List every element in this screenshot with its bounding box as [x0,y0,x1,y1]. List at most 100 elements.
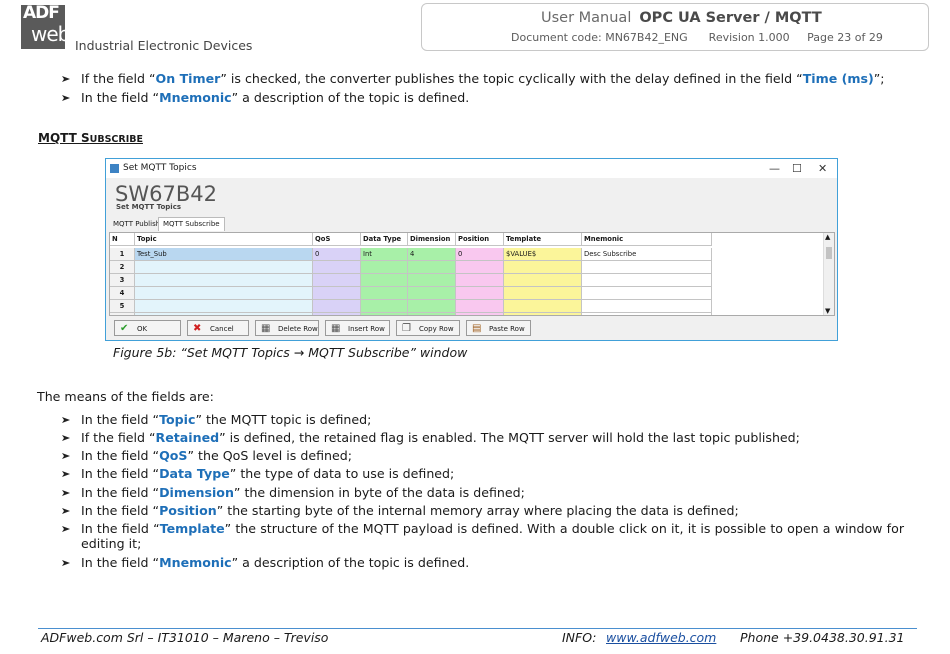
bullet-post: ” the structure of the MQTT payload is d… [224,521,904,536]
grid-cell[interactable] [408,287,456,300]
grid-cell[interactable] [504,287,582,300]
bullet-keyword-2: Time (ms) [802,71,874,86]
means-intro: The means of the fields are: [37,389,214,404]
grid-cell[interactable] [313,300,361,313]
cancel-button[interactable]: ✖ Cancel [187,320,249,336]
delete-row-button[interactable]: ▦ Delete Row [255,320,319,336]
grid-cell[interactable] [456,274,504,287]
grid-cell[interactable] [408,261,456,274]
button-label: Delete Row [278,325,318,333]
footer-company: ADFweb.com Srl – IT31010 – Mareno – Trev… [41,630,329,645]
grid-cell-empty[interactable] [408,313,456,315]
grid-cell[interactable] [504,274,582,287]
grid-cell[interactable] [135,287,313,300]
bullet-keyword: Position [159,503,217,518]
grid-cell[interactable] [361,274,408,287]
grid-cell[interactable] [135,300,313,313]
grid-cell-empty[interactable] [361,313,408,315]
bullet-arrow-icon [62,453,70,459]
tab-mqtt-subscribe[interactable]: MQTT Subscribe [158,217,225,231]
bullet-text: In the field “Dimension” the dimension i… [81,484,525,502]
footer-url-link[interactable]: www.adfweb.com [606,630,716,645]
column-header[interactable]: Dimension [408,233,456,246]
bullet-post: ” the MQTT topic is defined; [195,412,372,427]
grid-cell[interactable]: 0 [456,248,504,261]
grid-cell[interactable]: 0 [313,248,361,261]
footer-rule [38,628,917,629]
grid-cell-empty[interactable] [582,313,712,315]
paste-row-button[interactable]: ▤ Paste Row [466,320,531,336]
ok-button[interactable]: ✔ OK [114,320,181,336]
grid-cell[interactable] [456,287,504,300]
grid-cell[interactable] [582,287,712,300]
grid-scrollbar[interactable]: ▲ ▼ [823,233,834,315]
bullet-mid: ” is checked, the converter publishes th… [220,71,803,86]
grid-cell[interactable]: $VALUE$ [504,248,582,261]
grid-cell-empty[interactable] [504,313,582,315]
footer-phone: Phone +39.0438.30.91.31 [740,630,905,645]
copy-row-button[interactable]: ❐ Copy Row [396,320,460,336]
section-title: MQTT SUBSCRIBE [38,131,143,145]
column-header[interactable]: Data Type [361,233,408,246]
column-header[interactable]: Position [456,233,504,246]
grid-cell[interactable]: Int [361,248,408,261]
grid-cell[interactable] [504,261,582,274]
maximize-icon[interactable]: ☐ [792,159,802,178]
scroll-thumb[interactable] [826,247,832,259]
grid-cell[interactable] [361,287,408,300]
scroll-up-icon[interactable]: ▲ [825,233,830,241]
column-header[interactable]: N [110,233,135,246]
insert-row-button[interactable]: ▦ Insert Row [325,320,390,336]
grid-cell[interactable] [135,261,313,274]
grid-cell[interactable] [456,261,504,274]
window-titlebar: Set MQTT Topics — ☐ ✕ [106,159,837,178]
grid-cell-empty[interactable] [135,313,313,315]
grid-cell-empty[interactable] [313,313,361,315]
bullet-pre: In the field “ [81,412,160,427]
column-header[interactable]: QoS [313,233,361,246]
grid-cell[interactable] [456,300,504,313]
grid-cell[interactable] [361,261,408,274]
bullet-post: ”; [873,71,885,86]
row-number: 5 [110,300,135,313]
copy-row-icon: ❐ [402,323,411,334]
grid-cell-empty[interactable] [110,313,135,315]
grid-cell[interactable] [361,300,408,313]
bullet-arrow-icon [62,435,70,441]
column-header[interactable]: Topic [135,233,313,246]
bullet-keyword: On Timer [155,71,221,86]
bullet-text: In the field “Data Type” the type of dat… [81,465,454,483]
section-title-rest: UBSCRIBE [89,134,143,145]
scroll-down-icon[interactable]: ▼ [825,307,830,315]
grid-cell[interactable] [582,300,712,313]
grid-cell-empty[interactable] [456,313,504,315]
bullet-text: In the field “Position” the starting byt… [81,502,739,520]
grid-cell[interactable] [408,300,456,313]
grid-cell[interactable] [135,274,313,287]
bullet-pre: If the field “ [81,430,156,445]
grid-cell[interactable]: 4 [408,248,456,261]
grid-cell[interactable]: Desc Subscribe [582,248,712,261]
button-label: Insert Row [348,325,385,333]
cancel-icon: ✖ [193,323,202,334]
close-icon[interactable]: ✕ [818,159,827,178]
grid-cell[interactable] [313,274,361,287]
grid-cell[interactable]: Test_Sub [135,248,313,261]
grid-cell[interactable] [408,274,456,287]
minimize-icon[interactable]: — [769,159,780,178]
company-tagline: Industrial Electronic Devices [75,38,253,53]
bullet-text: In the field “Topic” the MQTT topic is d… [81,411,371,429]
column-header[interactable]: Template [504,233,582,246]
product-name: OPC UA Server / MQTT [639,10,822,26]
grid-cell[interactable] [313,287,361,300]
column-header[interactable]: Mnemonic [582,233,712,246]
grid-cell[interactable] [313,261,361,274]
grid-cell[interactable] [582,261,712,274]
grid-cell[interactable] [582,274,712,287]
topics-grid: ▲ ▼ N Topic QoS Data Type Dimension Position T… [109,232,835,316]
bullet-arrow-icon [62,417,70,423]
bullet-post: ” the type of data to use is defined; [229,466,455,481]
tab-mqtt-publish[interactable]: MQTT Publish [109,218,164,231]
grid-cell[interactable] [504,300,582,313]
figure-caption: Figure 5b: “Set MQTT Topics → MQTT Subsc… [113,345,468,360]
